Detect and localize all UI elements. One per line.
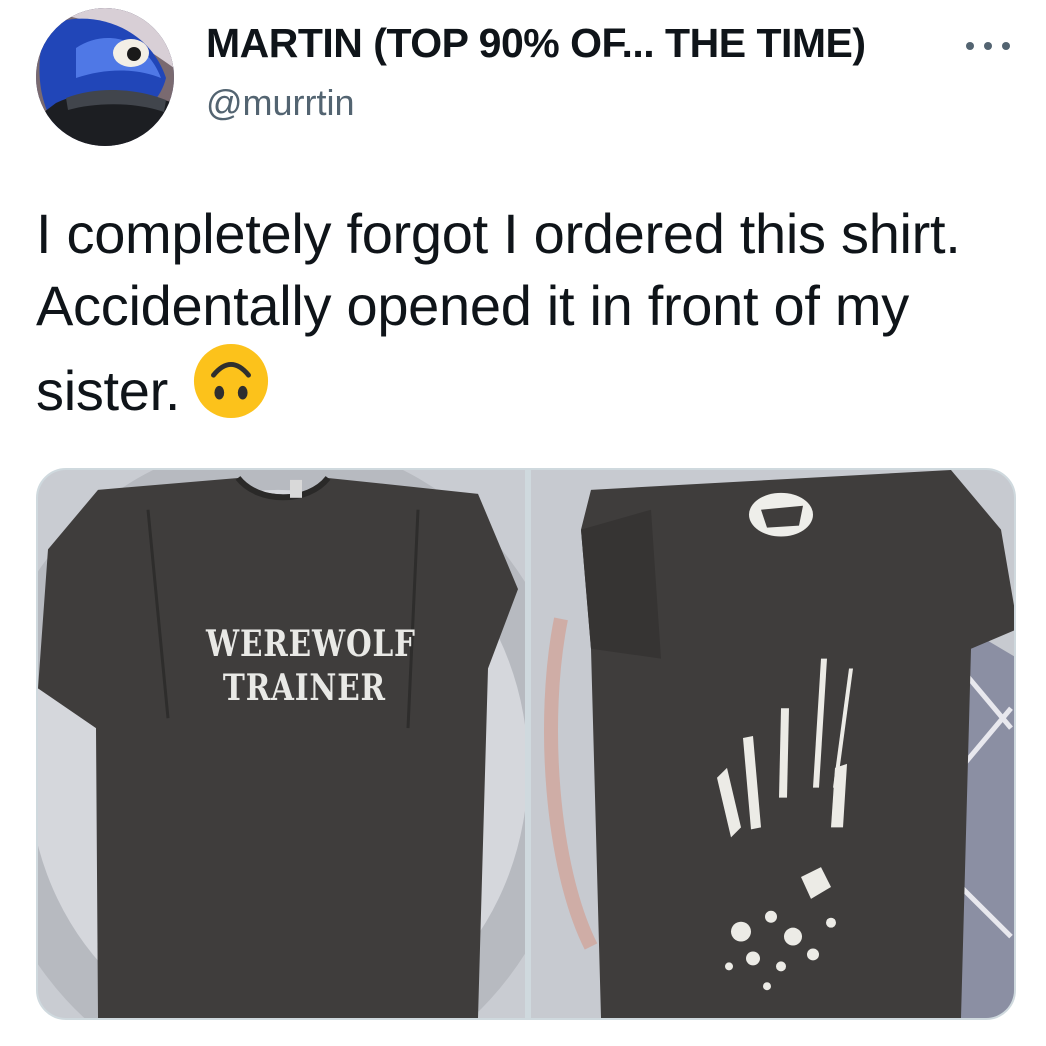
photo-shirt-back[interactable] [531,470,1014,1018]
photo-shirt-front[interactable]: WEREWOLF TRAINER [38,470,525,1018]
tweet-media: WEREWOLF TRAINER [36,468,1016,1020]
shirt-front-image [38,470,525,1018]
display-name[interactable]: MARTIN (TOP 90% OF... THE TIME) [206,20,866,67]
shirt-print-text: WEREWOLF TRAINER [206,622,416,710]
user-handle[interactable]: @murrtin [206,82,355,124]
tweet-text: I completely forgot I ordered this shirt… [36,198,1016,427]
dot [984,42,992,50]
tweet-body: I completely forgot I ordered this shirt… [36,202,961,422]
dot [966,42,974,50]
shirt-print-line: TRAINER [222,667,386,709]
shirt-print-line: WEREWOLF [206,623,416,665]
logo-icon [749,492,813,537]
blue-bird-avatar-icon [36,8,174,146]
shirt-back-image [531,470,1014,1018]
avatar[interactable] [36,8,174,146]
dot [1002,42,1010,50]
upside-down-face-emoji [194,343,269,419]
more-options-icon[interactable] [960,30,1016,62]
